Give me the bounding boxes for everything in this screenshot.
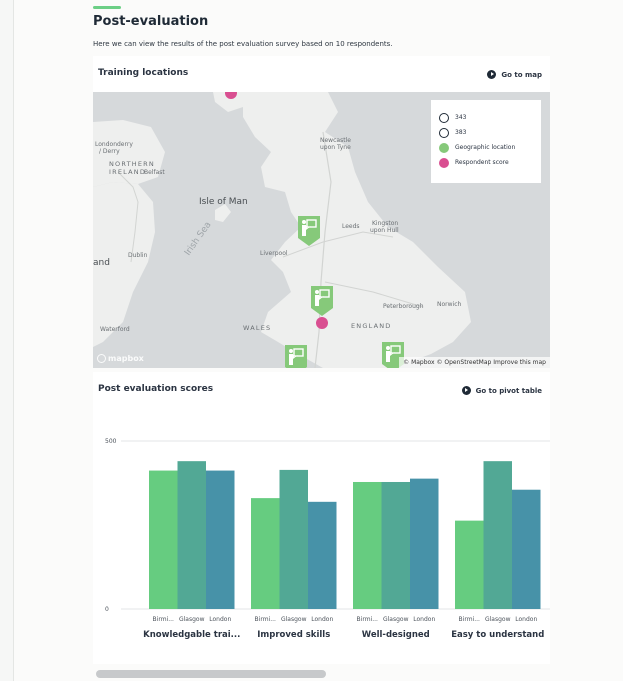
map-label-newcastle-2: upon Tyne: [320, 144, 351, 151]
go-to-map-button[interactable]: Go to map: [487, 70, 542, 79]
bar: [206, 470, 235, 609]
map-label-ireland-partial: and: [93, 258, 110, 268]
x-tick-label: Glasgow: [383, 616, 409, 623]
respondent-score-marker[interactable]: [316, 317, 328, 329]
post-evaluation-scores-card: Post evaluation scores Go to pivot table…: [93, 372, 550, 664]
empty-circle-icon: [439, 127, 449, 138]
map-label-england: ENGLAND: [351, 322, 392, 330]
map-label-waterford: Waterford: [100, 326, 130, 333]
bar: [177, 461, 206, 609]
empty-circle-icon: [439, 112, 449, 123]
bar: [251, 498, 280, 609]
training-locations-map[interactable]: Londonderry / Derry NORTHERN IRELAND Bel…: [93, 92, 550, 368]
mapbox-logo-icon: [97, 354, 106, 363]
map-label-wales: WALES: [243, 324, 272, 332]
legend-item: Respondent score: [439, 155, 533, 170]
trainer-pin-icon: [311, 286, 333, 316]
category-label: Improved skills: [257, 630, 330, 640]
map-attribution[interactable]: © Mapbox © OpenStreetMap Improve this ma…: [399, 357, 550, 368]
legend-label: 383: [455, 129, 467, 136]
map-label-peterborough: Peterborough: [383, 303, 424, 310]
go-to-pivot-table-button[interactable]: Go to pivot table: [461, 386, 542, 395]
mapbox-logo-text: mapbox: [108, 354, 144, 363]
map-label-kingston-1: Kingston: [372, 220, 399, 227]
x-tick-label: Birmi...: [357, 616, 378, 623]
go-to-pivot-table-label: Go to pivot table: [475, 386, 542, 395]
map-label-dublin: Dublin: [128, 252, 148, 259]
x-tick-label: London: [515, 616, 537, 623]
page-subtitle: Here we can view the results of the post…: [93, 40, 393, 48]
category-label: Well-designed: [362, 630, 430, 640]
legend-item: Geographic location: [439, 140, 533, 155]
map-label-derry: / Derry: [99, 148, 120, 155]
legend-label: Geographic location: [455, 144, 516, 151]
x-tick-label: Glasgow: [179, 616, 205, 623]
mapbox-logo[interactable]: mapbox: [97, 354, 144, 363]
training-location-marker[interactable]: [283, 343, 309, 368]
map-label-newcastle-1: Newcastle: [320, 137, 351, 144]
x-tick-label: London: [311, 616, 333, 623]
bar: [455, 520, 484, 609]
page-title: Post-evaluation: [93, 14, 209, 29]
legend-label: Respondent score: [455, 159, 509, 166]
training-locations-card: Training locations Go to map Londonderry…: [93, 56, 550, 368]
category-label: Easy to understand: [451, 630, 544, 640]
x-tick-label: Birmi...: [459, 616, 480, 623]
trainer-pin-icon: [285, 345, 307, 368]
bar: [308, 501, 337, 609]
go-to-map-label: Go to map: [501, 70, 542, 79]
green-circle-icon: [439, 142, 449, 153]
x-tick-label: Birmi...: [153, 616, 174, 623]
horizontal-scrollbar[interactable]: [96, 670, 326, 678]
y-tick-label: 500: [105, 438, 117, 445]
map-label-leeds: Leeds: [342, 223, 360, 230]
training-location-marker[interactable]: [296, 214, 322, 248]
map-label-northern-ireland-2: IRELAND: [109, 168, 147, 176]
x-tick-label: London: [413, 616, 435, 623]
map-label-londonderry: Londonderry: [95, 141, 133, 148]
bar: [149, 470, 178, 609]
bar: [512, 489, 541, 609]
map-label-isle-of-man: Isle of Man: [199, 197, 248, 207]
map-label-belfast: Belfast: [144, 169, 165, 176]
play-circle-icon: [487, 70, 497, 79]
map-label-norwich: Norwich: [437, 301, 462, 308]
legend-item: 383: [439, 125, 533, 140]
x-tick-label: Glasgow: [485, 616, 511, 623]
scores-bar-chart: 0 500 Birmi... Glasgow London Knowledgable tr…: [105, 438, 550, 640]
bar: [353, 481, 382, 609]
legend-item: 343: [439, 110, 533, 125]
map-label-northern-ireland-1: NORTHERN: [109, 160, 155, 168]
map-label-liverpool: Liverpool: [260, 250, 288, 257]
pink-circle-icon: [439, 157, 449, 168]
category-label: Knowledgable trai...: [143, 630, 240, 640]
map-card-title: Training locations: [98, 68, 189, 78]
legend-label: 343: [455, 114, 467, 121]
map-label-kingston-2: upon Hull: [370, 227, 399, 234]
x-tick-label: London: [209, 616, 231, 623]
title-accent-bar: [93, 6, 121, 9]
bar: [410, 478, 439, 609]
trainer-pin-icon: [298, 216, 320, 246]
chart-card-title: Post evaluation scores: [98, 384, 214, 394]
bar: [381, 481, 410, 609]
bar: [483, 461, 512, 609]
play-circle-icon: [461, 386, 471, 395]
x-tick-label: Birmi...: [255, 616, 276, 623]
bar: [279, 469, 308, 609]
y-tick-label: 0: [105, 606, 109, 613]
map-legend: 343 383 Geographic location Respondent s…: [431, 100, 541, 183]
training-location-marker[interactable]: [309, 284, 335, 318]
x-tick-label: Glasgow: [281, 616, 307, 623]
